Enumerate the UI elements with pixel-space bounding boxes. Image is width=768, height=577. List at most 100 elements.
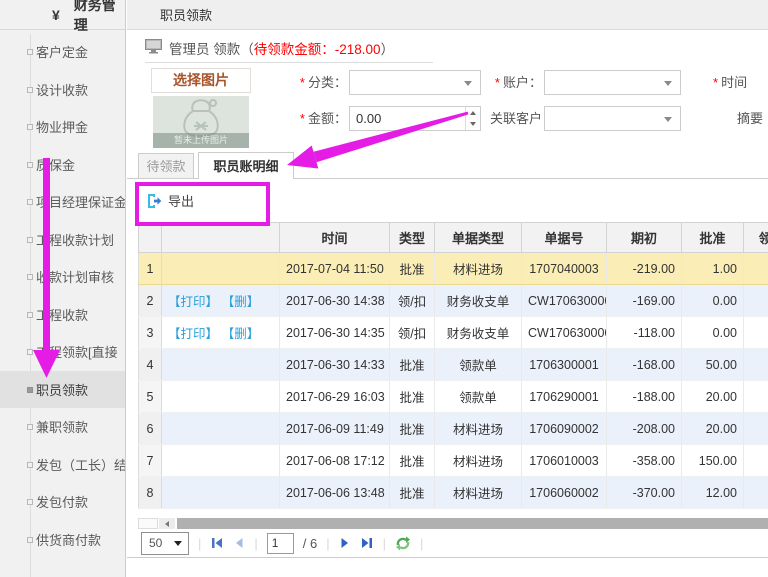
sidebar-item-project-receipt-plan[interactable]: 工程收款计划 (0, 221, 126, 259)
table-row[interactable]: 8 2017-06-06 13:48 批准 材料进场 1706060002 -3… (139, 477, 768, 509)
tree-node-icon (27, 87, 33, 93)
tree-node-icon (27, 349, 33, 355)
cell-initial: -188.00 (607, 381, 682, 413)
sidebar-item-label: 物业押金 (36, 117, 88, 136)
sidebar-item-label: 设计收款 (36, 80, 88, 99)
required-mark: * (300, 111, 305, 126)
sidebar-header: ¥ 财务管理 (0, 0, 125, 30)
first-page-button[interactable] (210, 537, 224, 549)
cell-claim (744, 477, 768, 509)
sidebar-item-contract-payment[interactable]: 发包付款 (0, 483, 126, 521)
page-size-select[interactable]: 50 (141, 532, 189, 555)
cell-claim (744, 317, 768, 349)
sidebar-item-property-deposit[interactable]: 物业押金 (0, 108, 126, 146)
cell-doc-no: 1706300001 (522, 349, 607, 381)
last-page-button[interactable] (360, 537, 374, 549)
cell-doc-type: 领款单 (435, 381, 522, 413)
tab-staff-account-detail[interactable]: 职员账明细 (198, 152, 294, 179)
export-button[interactable]: 导出 (146, 191, 194, 210)
sidebar-item-project-receipt[interactable]: 工程收款 (0, 296, 126, 334)
print-link[interactable]: 【打印】 (168, 295, 218, 309)
tree-node-icon (27, 462, 33, 468)
tab-staff-payment[interactable]: 职员领款 (160, 5, 212, 24)
cell-claim (744, 285, 768, 317)
table-row[interactable]: 4 2017-06-30 14:33 批准 领款单 1706300001 -16… (139, 349, 768, 381)
account-dropdown[interactable] (544, 70, 681, 95)
image-placeholder[interactable]: 暂未上传图片 (153, 96, 249, 148)
payee-text-close: ） (381, 38, 395, 58)
choose-image-button[interactable]: 选择图片 (151, 68, 251, 93)
cell-doc-no: CW1706300002 (522, 285, 607, 317)
amount-input[interactable] (350, 107, 466, 130)
row-number: 7 (139, 445, 162, 477)
table-row[interactable]: 3 【打印】【删】 2017-06-30 14:35 领/扣 财务收支单 CW1… (139, 317, 768, 349)
col-type: 类型 (390, 223, 435, 253)
scrollbar-thumb[interactable] (177, 518, 768, 529)
delete-link[interactable]: 【删】 (228, 295, 259, 309)
category-dropdown[interactable] (349, 70, 481, 95)
sidebar-item-design-receipt[interactable]: 设计收款 (0, 71, 126, 109)
separator: | (254, 536, 257, 551)
tree-node-icon (27, 124, 33, 130)
sidebar-title: 财务管理 (74, 0, 125, 35)
sidebar-item-supplier-payment[interactable]: 供货商付款 (0, 521, 126, 559)
sidebar-item-parttime-payment[interactable]: 兼职领款 (0, 408, 126, 446)
table-row[interactable]: 2 【打印】【删】 2017-06-30 14:38 领/扣 财务收支单 CW1… (139, 285, 768, 317)
delete-link[interactable]: 【删】 (228, 327, 259, 341)
next-page-button[interactable] (339, 537, 351, 549)
separator: | (198, 536, 201, 551)
sidebar-item-receipt-plan-audit[interactable]: 收款计划审核 (0, 258, 126, 296)
refresh-button[interactable] (395, 536, 411, 551)
cell-doc-no: 1707040003 (522, 253, 607, 285)
cell-initial: -358.00 (607, 445, 682, 477)
top-tab-bar: 职员领款 (127, 0, 768, 30)
sidebar-item-warranty-deposit[interactable]: 质保金 (0, 146, 126, 184)
sidebar-item-label: 兼职领款 (36, 417, 88, 436)
prev-page-button[interactable] (233, 537, 245, 549)
cell-type: 批准 (390, 445, 435, 477)
separator: | (383, 536, 386, 551)
cell-approved: 0.00 (682, 317, 744, 349)
sidebar-item-pm-guarantee[interactable]: 项目经理保证金 (0, 183, 126, 221)
page-number-input[interactable] (267, 533, 294, 554)
required-mark: * (495, 75, 500, 90)
table-row[interactable]: 1 2017-07-04 11:50 批准 材料进场 1707040003 -2… (139, 253, 768, 285)
cell-doc-type: 财务收支单 (435, 317, 522, 349)
row-number: 8 (139, 477, 162, 509)
sidebar-menu: 客户定金 设计收款 物业押金 质保金 项目经理保证金 工程收款计划 收款计划审核… (0, 33, 126, 558)
row-number: 1 (139, 253, 162, 285)
tree-node-icon (27, 49, 33, 55)
cell-doc-type: 材料进场 (435, 253, 522, 285)
scroll-left-button[interactable] (159, 518, 175, 529)
sidebar-item-customer-deposit[interactable]: 客户定金 (0, 33, 126, 71)
cell-type: 批准 (390, 477, 435, 509)
main-panel: 职员领款 管理员 领款（待领款金额：-218.00） 选择图片 暂未上传图片 (127, 0, 768, 577)
tab-pending-payment[interactable]: 待领款 (138, 153, 194, 178)
export-icon (146, 193, 162, 209)
print-link[interactable]: 【打印】 (168, 327, 218, 341)
cell-time: 2017-06-09 11:49 (280, 413, 390, 445)
sidebar-item-staff-payment[interactable]: 职员领款 (0, 371, 126, 409)
sidebar-item-label: 工程收款 (36, 305, 88, 324)
table-row[interactable]: 5 2017-06-29 16:03 批准 领款单 1706290001 -18… (139, 381, 768, 413)
row-number: 4 (139, 349, 162, 381)
sidebar-item-label: 职员领款 (36, 380, 88, 399)
cell-doc-no: 1706060002 (522, 477, 607, 509)
table-row[interactable]: 6 2017-06-09 11:49 批准 材料进场 1706090002 -2… (139, 413, 768, 445)
cell-type: 批准 (390, 349, 435, 381)
cell-time: 2017-07-04 11:50 (280, 253, 390, 285)
related-customer-dropdown[interactable] (544, 106, 681, 131)
sidebar-item-project-payment-direct[interactable]: 工程领款[直接 (0, 333, 126, 371)
tree-node-icon (27, 199, 33, 205)
sidebar-item-foreman-settlement[interactable]: 发包（工长）结 (0, 446, 126, 484)
sidebar-item-label: 质保金 (36, 155, 75, 174)
cell-claim (744, 413, 768, 445)
table-row[interactable]: 7 2017-06-08 17:12 批准 材料进场 1706010003 -3… (139, 445, 768, 477)
sidebar-item-label: 工程领款[直接 (36, 342, 118, 361)
cell-claim (744, 381, 768, 413)
col-claim: 领/扣 (744, 223, 768, 253)
cell-approved: 12.00 (682, 477, 744, 509)
col-doc-type: 单据类型 (435, 223, 522, 253)
tree-node-icon (27, 274, 33, 280)
cell-type: 批准 (390, 381, 435, 413)
